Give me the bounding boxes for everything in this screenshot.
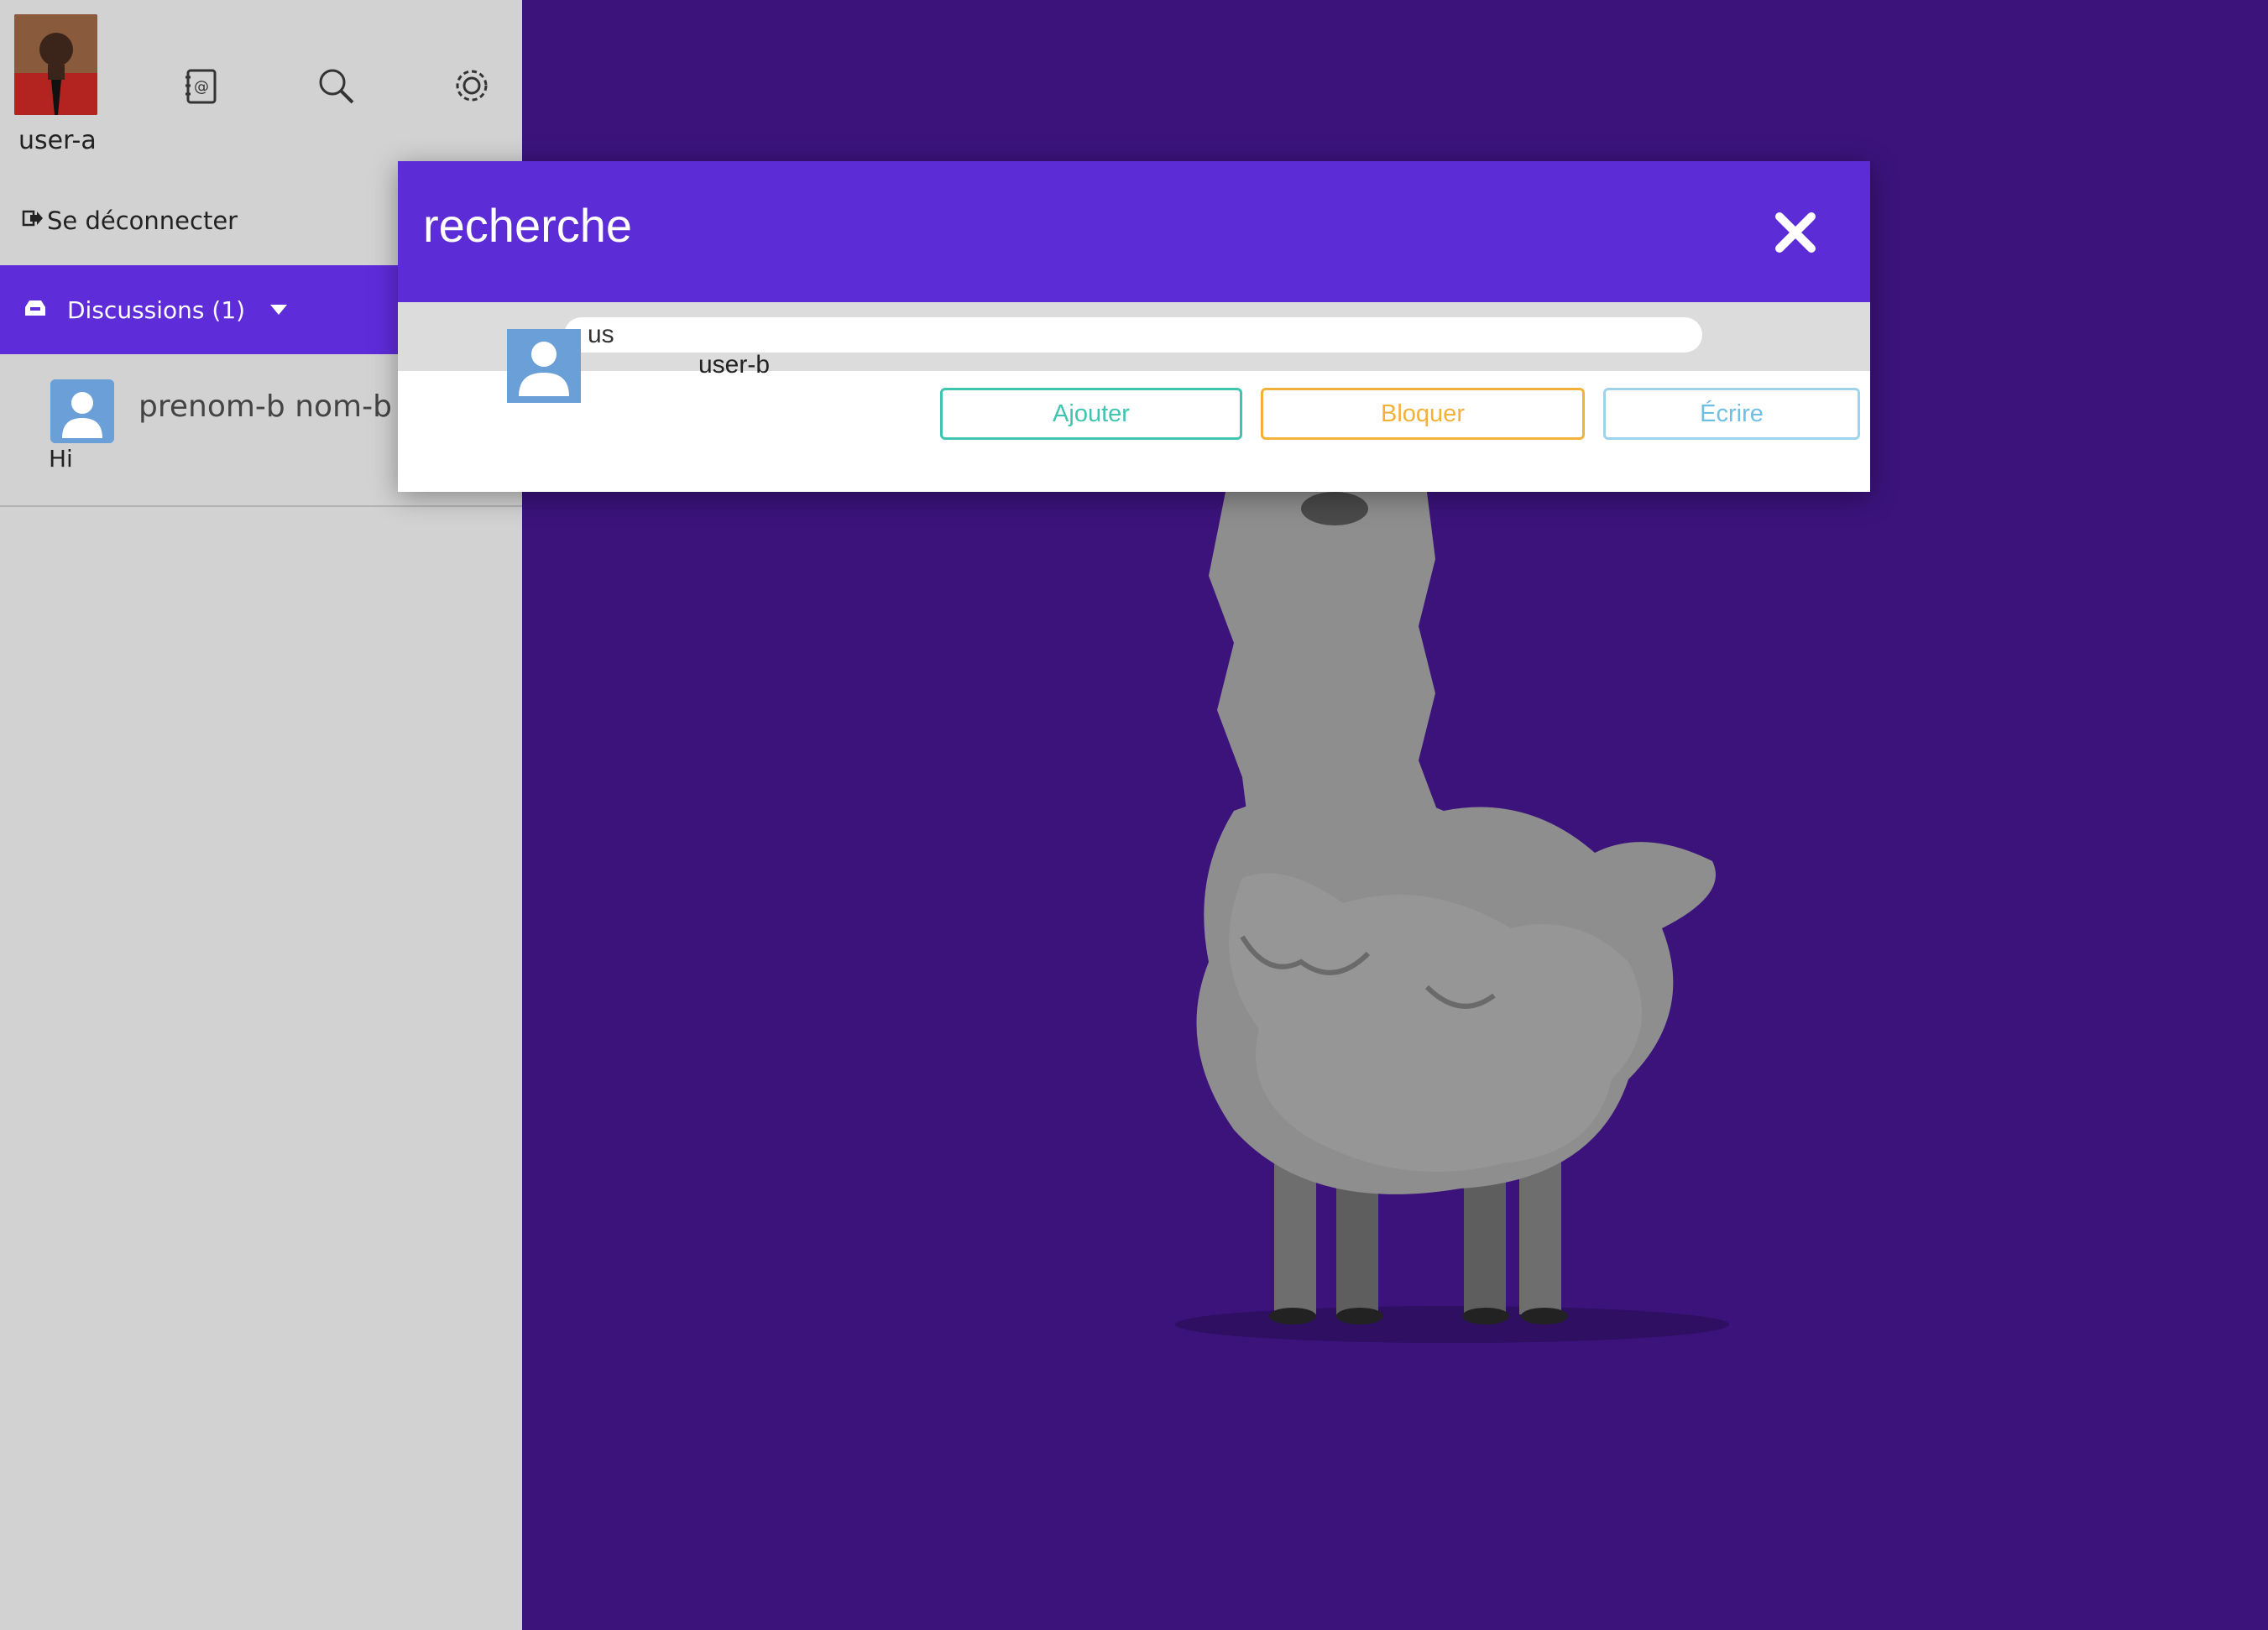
avatar[interactable] [14, 14, 97, 115]
llama-illustration [1175, 492, 1729, 1343]
search-icon[interactable] [314, 64, 358, 107]
conversation-name: prenom-b nom-b [138, 389, 392, 424]
svg-text:@: @ [194, 78, 209, 96]
add-button[interactable]: Ajouter [940, 388, 1242, 440]
modal-title: recherche [423, 199, 633, 252]
write-button[interactable]: Écrire [1603, 388, 1860, 440]
close-icon[interactable] [1773, 210, 1818, 255]
logout-button[interactable]: Se déconnecter [22, 206, 238, 235]
chevron-down-icon[interactable] [270, 302, 288, 318]
discussions-label: Discussions (1) [67, 295, 246, 324]
conversation-preview: Hi [49, 445, 73, 473]
block-button[interactable]: Bloquer [1261, 388, 1585, 440]
result-name: user-b [698, 351, 771, 379]
inbox-icon [24, 299, 47, 321]
search-input[interactable] [564, 317, 1702, 353]
logout-label: Se déconnecter [47, 206, 238, 235]
default-avatar-icon [50, 379, 114, 443]
settings-icon[interactable] [450, 64, 494, 107]
modal-header: recherche [398, 161, 1870, 302]
search-modal: recherche user-b Ajouter Bloquer Écrire [398, 161, 1870, 492]
logout-icon [22, 206, 44, 235]
contacts-icon[interactable]: @ [180, 64, 223, 107]
default-avatar-icon [507, 329, 581, 403]
search-row [398, 302, 1870, 371]
username: user-a [18, 126, 97, 155]
